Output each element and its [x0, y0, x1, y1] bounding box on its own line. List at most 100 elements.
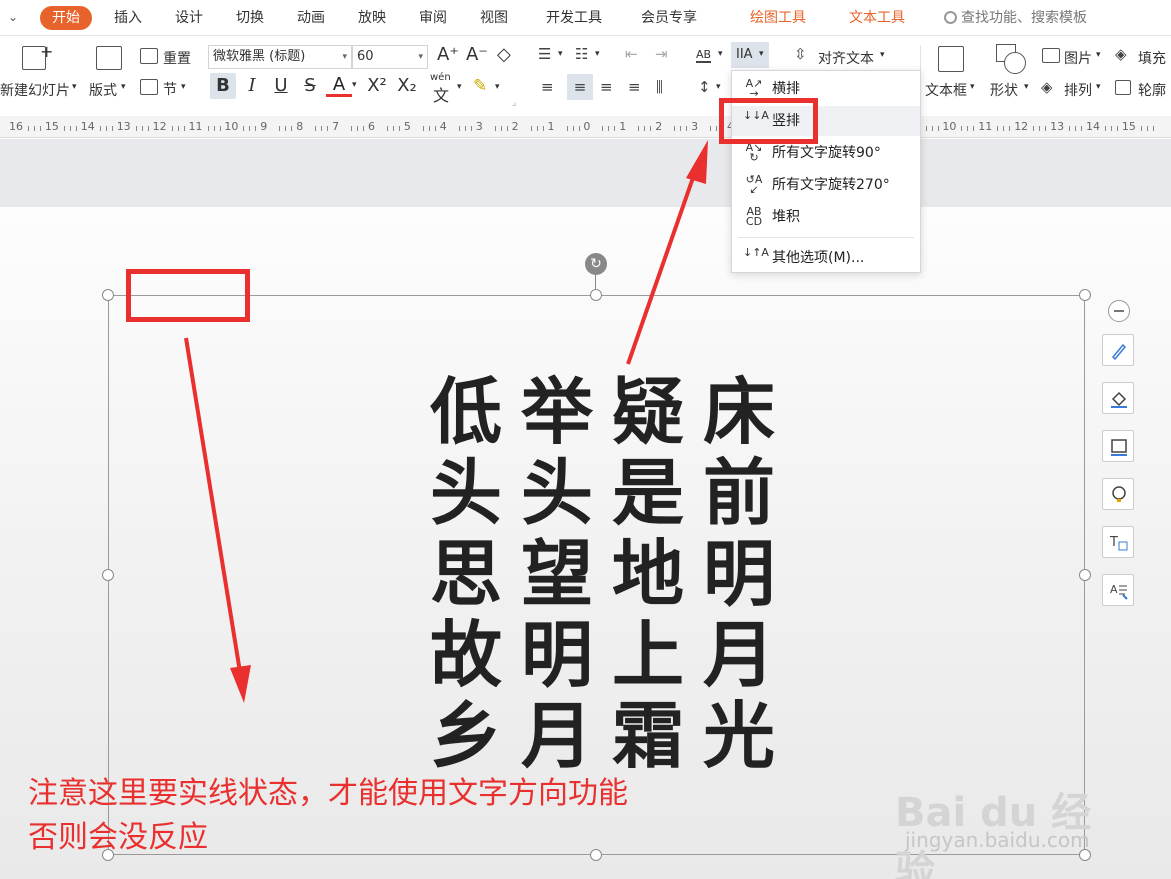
bold-button[interactable]: B [210, 73, 236, 99]
shape-circle-icon[interactable] [1004, 52, 1026, 74]
ruler-tick [1081, 126, 1083, 131]
subscript-button[interactable]: X₂ [394, 73, 420, 99]
bullet-list-icon[interactable]: ☰ [538, 45, 551, 63]
fill-bucket-icon[interactable]: ◈ [1115, 45, 1127, 63]
menu-item-more-options[interactable]: ↓↑A 其他选项(M)... [732, 243, 920, 273]
tab-developer[interactable]: 开发工具 [546, 6, 602, 30]
text-style-button[interactable]: A [1102, 574, 1134, 606]
font-name-select[interactable]: 微软雅黑 (标题) ▾ [208, 45, 352, 69]
chevron-down-icon[interactable]: ▾ [880, 50, 885, 60]
phonetic-guide-icon[interactable]: 文 [433, 82, 449, 106]
tab-view[interactable]: 视图 [480, 6, 508, 30]
chevron-down-icon[interactable]: ⌄ [8, 10, 18, 24]
font-size-select[interactable]: 60 ▾ [352, 45, 428, 69]
picture-button[interactable]: 图片 [1064, 48, 1092, 68]
layout-icon[interactable] [96, 46, 122, 70]
italic-button[interactable]: I [239, 73, 265, 99]
text-direction-button[interactable]: IIA ▾ [731, 42, 769, 68]
align-text-icon[interactable]: ⇳ [794, 45, 807, 63]
resize-handle-left[interactable] [102, 569, 114, 581]
tab-drawing-tools[interactable]: 绘图工具 [750, 6, 806, 30]
align-left-icon[interactable]: ≡ [541, 78, 554, 96]
strikethrough-button[interactable]: S [297, 73, 323, 99]
tab-design[interactable]: 设计 [175, 6, 203, 30]
ruler-tick [973, 126, 975, 131]
outline-button[interactable]: 轮廓 [1138, 80, 1166, 100]
text-convert-button[interactable]: T [1102, 526, 1134, 558]
textbox-button[interactable]: 文本框 [925, 80, 967, 100]
chevron-down-icon[interactable]: ▾ [718, 49, 723, 59]
layout-button[interactable]: 版式 [89, 80, 117, 100]
rotate-handle-icon[interactable]: ↻ [585, 253, 607, 275]
chevron-down-icon[interactable]: ▾ [595, 49, 600, 59]
arrange-button[interactable]: 排列 [1064, 80, 1092, 100]
picture-icon[interactable] [1042, 48, 1060, 63]
shape-fill-button[interactable] [1102, 382, 1134, 414]
menu-item-label: 所有文字旋转270° [772, 177, 890, 193]
clear-format-icon[interactable]: ◇ [497, 44, 511, 65]
smart-tips-button[interactable] [1102, 478, 1134, 510]
chevron-down-icon[interactable]: ▾ [181, 82, 186, 92]
fill-button[interactable]: 填充 [1138, 48, 1166, 68]
tab-transitions[interactable]: 切换 [236, 6, 264, 30]
textbox-icon[interactable] [938, 46, 964, 72]
tab-text-tools[interactable]: 文本工具 [849, 6, 905, 30]
numbered-list-icon[interactable]: ☷ [575, 45, 588, 63]
resize-handle-bottom[interactable] [590, 849, 602, 861]
reset-icon[interactable] [140, 48, 158, 64]
new-slide-button[interactable]: 新建幻灯片 [0, 80, 70, 100]
ruler-tick [1146, 126, 1148, 131]
chevron-down-icon[interactable]: ▾ [970, 82, 975, 92]
increase-font-icon[interactable]: A⁺ [437, 44, 459, 65]
decrease-indent-icon[interactable]: ⇤ [625, 45, 638, 63]
shape-button[interactable]: 形状 [990, 80, 1018, 100]
brush-style-button[interactable] [1102, 334, 1134, 366]
tab-animation[interactable]: 动画 [297, 6, 325, 30]
tab-home[interactable]: 开始 [40, 6, 92, 30]
chevron-down-icon[interactable]: ▾ [352, 80, 357, 90]
reset-button[interactable]: 重置 [163, 48, 191, 68]
font-color-button[interactable]: A [326, 73, 352, 97]
horizontal-ruler: 1615141312111098765432101234567891011121… [0, 116, 1171, 138]
chevron-down-icon[interactable]: ▾ [72, 82, 77, 92]
align-right-icon[interactable]: ≡ [600, 78, 613, 96]
chevron-down-icon[interactable]: ▾ [457, 82, 462, 92]
menu-item-stacked[interactable]: AB CD 堆积 [732, 202, 920, 232]
resize-handle-top-left[interactable] [102, 289, 114, 301]
font-dialog-launcher-icon[interactable]: ⌟ [512, 98, 516, 108]
highlight-icon[interactable]: ✎ [473, 76, 487, 96]
chevron-down-icon[interactable]: ▾ [495, 82, 500, 92]
underline-button[interactable]: U [268, 73, 294, 99]
align-text-button[interactable]: 对齐文本 [818, 48, 874, 68]
distributed-icon[interactable]: ⫼ [656, 78, 663, 96]
section-button[interactable]: 节 [163, 79, 177, 99]
decrease-font-icon[interactable]: A⁻ [466, 44, 488, 65]
text-highlight-ab-icon[interactable]: AB [696, 48, 712, 63]
section-icon[interactable] [140, 79, 158, 95]
search-box[interactable]: 查找功能、搜索模板 [944, 6, 1087, 30]
chevron-down-icon[interactable]: ▾ [1096, 82, 1101, 92]
tab-insert[interactable]: 插入 [114, 6, 142, 30]
resize-handle-right[interactable] [1079, 569, 1091, 581]
chevron-down-icon[interactable]: ▾ [121, 82, 126, 92]
tab-slideshow[interactable]: 放映 [358, 6, 386, 30]
line-spacing-icon[interactable]: ↕ [698, 78, 711, 96]
chevron-down-icon[interactable]: ▾ [1024, 82, 1029, 92]
increase-indent-icon[interactable]: ⇥ [655, 45, 668, 63]
tab-review[interactable]: 审阅 [419, 6, 447, 30]
chevron-down-icon[interactable]: ▾ [716, 82, 721, 92]
menu-item-rotate-270[interactable]: ↺A ↙ 所有文字旋转270° [732, 170, 920, 200]
chevron-down-icon[interactable]: ▾ [558, 49, 563, 59]
outline-icon[interactable] [1115, 80, 1131, 95]
tab-member[interactable]: 会员专享 [641, 6, 697, 30]
shape-outline-button[interactable] [1102, 430, 1134, 462]
superscript-button[interactable]: X² [364, 73, 390, 99]
arrange-icon[interactable]: ◈ [1041, 78, 1053, 96]
ruler-tick [40, 126, 41, 131]
justify-icon[interactable]: ≡ [628, 78, 641, 96]
chevron-down-icon[interactable]: ▾ [1096, 50, 1101, 60]
resize-handle-top[interactable] [590, 289, 602, 301]
resize-handle-top-right[interactable] [1079, 289, 1091, 301]
collapse-toolbar-icon[interactable] [1108, 300, 1130, 322]
align-center-icon[interactable]: ≡ [567, 74, 593, 100]
